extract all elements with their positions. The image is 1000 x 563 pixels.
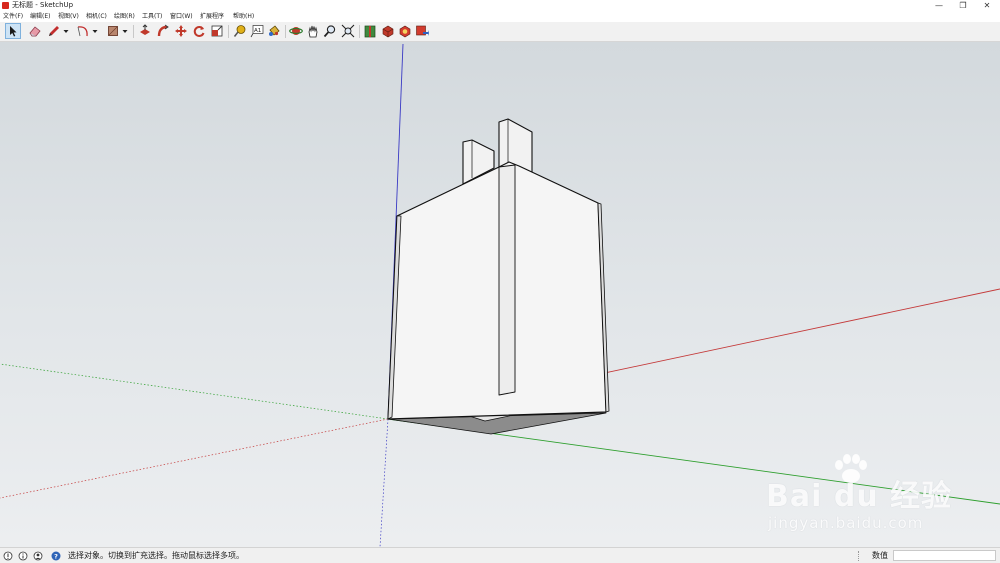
hand-icon xyxy=(308,25,318,38)
orbit-tool[interactable] xyxy=(289,24,303,38)
status-divider xyxy=(858,551,861,561)
text-tool[interactable]: A1 xyxy=(250,24,264,38)
rectangle-icon xyxy=(108,26,118,36)
baidu-watermark: Bai du 经验 jingyan.baidu.com xyxy=(766,454,953,543)
menu-file[interactable]: 文件(F) xyxy=(3,13,23,20)
toolbar-separator xyxy=(133,25,134,38)
eraser-icon xyxy=(29,26,41,37)
menu-view[interactable]: 视图(V) xyxy=(58,13,79,20)
tape-measure-icon xyxy=(233,25,246,37)
geo-location-icon xyxy=(3,551,13,561)
scale-icon xyxy=(211,25,223,37)
zoom-icon xyxy=(323,25,336,38)
red-axis-negative xyxy=(0,418,389,499)
toolbar-separator xyxy=(228,25,229,38)
follow-me-tool[interactable] xyxy=(156,24,170,38)
user-icon xyxy=(33,551,43,561)
send-to-layout-tool[interactable] xyxy=(415,24,429,38)
toolbar-separator xyxy=(285,25,286,38)
menu-help[interactable]: 帮助(H) xyxy=(233,13,254,20)
svg-text:?: ? xyxy=(54,553,58,561)
window-title: 无标题 - SketchUp xyxy=(12,1,74,9)
zoom-extents-tool[interactable] xyxy=(341,24,355,38)
move-tool[interactable] xyxy=(174,24,188,38)
watermark-url: jingyan.baidu.com xyxy=(768,514,924,532)
close-button[interactable]: ✕ xyxy=(974,0,1000,11)
paint-bucket-tool[interactable] xyxy=(267,24,281,38)
menu-camera[interactable]: 相机(C) xyxy=(86,13,107,20)
send-to-layout-icon xyxy=(416,25,429,36)
help-icon: ? xyxy=(51,551,61,561)
chevron-down-icon xyxy=(122,30,128,33)
follow-me-icon xyxy=(157,24,169,37)
measurements-input[interactable] xyxy=(893,550,996,561)
pencil-icon xyxy=(49,26,59,36)
rectangle-tool[interactable] xyxy=(106,24,120,38)
blue-axis-negative xyxy=(379,418,389,547)
zoom-tool[interactable] xyxy=(323,24,337,38)
zoom-extents-icon xyxy=(341,24,355,38)
line-tool[interactable] xyxy=(47,24,61,38)
status-bar: ? 选择对象。切换到扩充选择。拖动鼠标选择多项。 数值 xyxy=(0,547,1000,563)
model-center-strip xyxy=(498,164,516,396)
menu-edit[interactable]: 编辑(E) xyxy=(30,13,50,20)
watermark-brand: Bai du 经验 xyxy=(766,479,953,514)
warehouse-icon xyxy=(364,25,376,38)
menu-window[interactable]: 窗口(W) xyxy=(170,13,193,20)
rotate-tool[interactable] xyxy=(192,24,206,38)
toolbar: A1 xyxy=(0,22,1000,42)
line-tool-dropdown[interactable] xyxy=(63,24,69,38)
extension-warehouse-tool[interactable] xyxy=(381,24,395,38)
warehouse-tool[interactable] xyxy=(363,24,377,38)
move-icon xyxy=(175,25,187,37)
measurements-label: 数值 xyxy=(872,551,888,560)
rotate-icon xyxy=(193,26,205,37)
menu-tools[interactable]: 工具(T) xyxy=(142,13,162,20)
scale-tool[interactable] xyxy=(210,24,224,38)
menu-draw[interactable]: 绘图(R) xyxy=(114,13,135,20)
modeling-viewport[interactable]: Bai du 经验 jingyan.baidu.com xyxy=(0,42,1000,547)
extension-warehouse-icon xyxy=(382,25,394,38)
arc-tool-dropdown[interactable] xyxy=(92,24,98,38)
paint-bucket-icon xyxy=(269,25,280,36)
rectangle-tool-dropdown[interactable] xyxy=(122,24,128,38)
pan-tool[interactable] xyxy=(306,24,320,38)
sketchup-logo-icon xyxy=(2,2,9,9)
box-model[interactable] xyxy=(387,118,610,435)
instructor-button[interactable]: ? xyxy=(51,551,61,561)
arc-icon xyxy=(77,26,88,37)
menu-extensions[interactable]: 扩展程序 xyxy=(200,13,224,20)
text-icon: A1 xyxy=(250,25,264,38)
select-tool[interactable] xyxy=(5,23,21,39)
arc-tool[interactable] xyxy=(76,24,90,38)
status-message: 选择对象。切换到扩充选择。拖动鼠标选择多项。 xyxy=(68,551,244,560)
layout-tool[interactable] xyxy=(398,24,412,38)
maximize-button[interactable]: ❐ xyxy=(950,0,976,11)
model-front-face xyxy=(387,161,607,420)
layout-icon xyxy=(399,25,411,38)
chevron-down-icon xyxy=(63,30,69,33)
orbit-icon xyxy=(289,27,303,35)
eraser-tool[interactable] xyxy=(28,24,42,38)
tape-measure-tool[interactable] xyxy=(233,24,247,38)
toolbar-separator xyxy=(359,25,360,38)
info-icon xyxy=(18,551,28,561)
arrow-icon xyxy=(10,26,17,37)
menu-bar: 文件(F) 编辑(E) 视图(V) 相机(C) 绘图(R) 工具(T) 窗口(W… xyxy=(0,11,1000,22)
svg-text:A1: A1 xyxy=(254,28,261,34)
chevron-down-icon xyxy=(92,30,98,33)
geo-location-button[interactable] xyxy=(3,551,13,561)
green-axis-negative xyxy=(0,363,389,420)
push-pull-tool[interactable] xyxy=(138,24,152,38)
push-pull-icon xyxy=(140,24,150,35)
title-bar: 无标题 - SketchUp — ❐ ✕ xyxy=(0,0,1000,11)
minimize-button[interactable]: — xyxy=(926,0,952,11)
account-button[interactable] xyxy=(33,551,43,561)
credits-button[interactable] xyxy=(18,551,28,561)
